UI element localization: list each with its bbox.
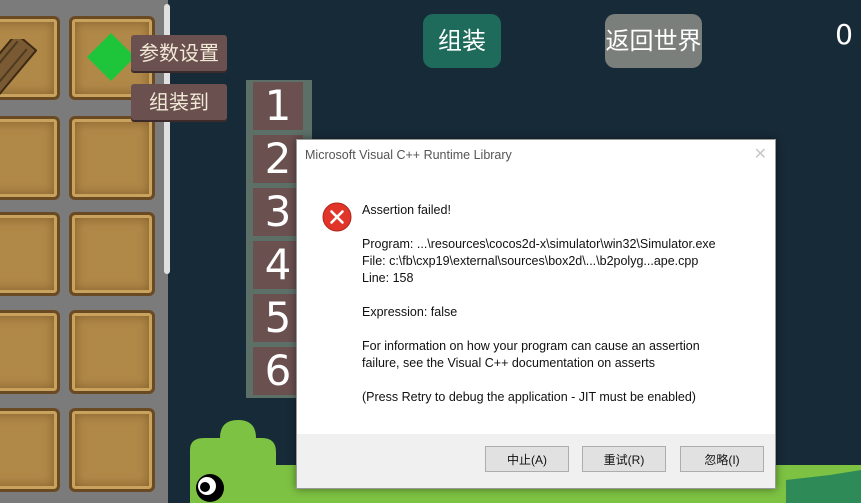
inventory-slot[interactable] [0,116,60,200]
retry-button[interactable]: 重试(R) [582,446,666,472]
assemble-to-button[interactable]: 组装到 [131,84,227,120]
expression-text: Expression: false [362,305,458,319]
abort-button[interactable]: 中止(A) [485,446,569,472]
dialog-footer: 中止(A) 重试(R) 忽略(I) [297,434,775,488]
inventory-slot[interactable] [69,310,155,394]
return-world-button[interactable]: 返回世界 [605,14,702,68]
error-circle-icon [322,202,352,232]
program-path: Program: ...\resources\cocos2d-x\simulat… [362,237,716,251]
inventory-slot[interactable] [69,212,155,296]
assemble-button[interactable]: 组装 [423,14,501,68]
inventory-slot[interactable] [0,310,60,394]
param-settings-button[interactable]: 参数设置 [131,35,227,71]
assertion-dialog: Microsoft Visual C++ Runtime Library ✕ A… [296,139,776,489]
file-path: File: c:\fb\cxp19\external\sources\box2d… [362,254,699,268]
inventory-slot[interactable] [69,116,155,200]
info-text-line2: failure, see the Visual C++ documentatio… [362,356,655,370]
dialog-title: Microsoft Visual C++ Runtime Library [305,148,512,162]
info-text-line1: For information on how your program can … [362,339,700,353]
inventory-slot[interactable] [0,408,60,492]
score-counter: 0 [835,18,853,51]
assertion-text: Assertion failed! [362,203,451,217]
inventory-slot[interactable] [0,16,60,106]
dialog-message: Assertion failed! Program: ...\resources… [362,202,716,406]
inventory-slot[interactable] [0,212,60,296]
wood-log-icon [0,39,37,106]
retry-hint-text: (Press Retry to debug the application - … [362,390,696,404]
ignore-button[interactable]: 忽略(I) [680,446,764,472]
slot-number-1[interactable]: 1 [253,82,303,130]
inventory-slot[interactable] [69,408,155,492]
inventory-panel [0,0,170,503]
close-icon[interactable]: ✕ [754,144,767,164]
line-number: Line: 158 [362,271,414,285]
